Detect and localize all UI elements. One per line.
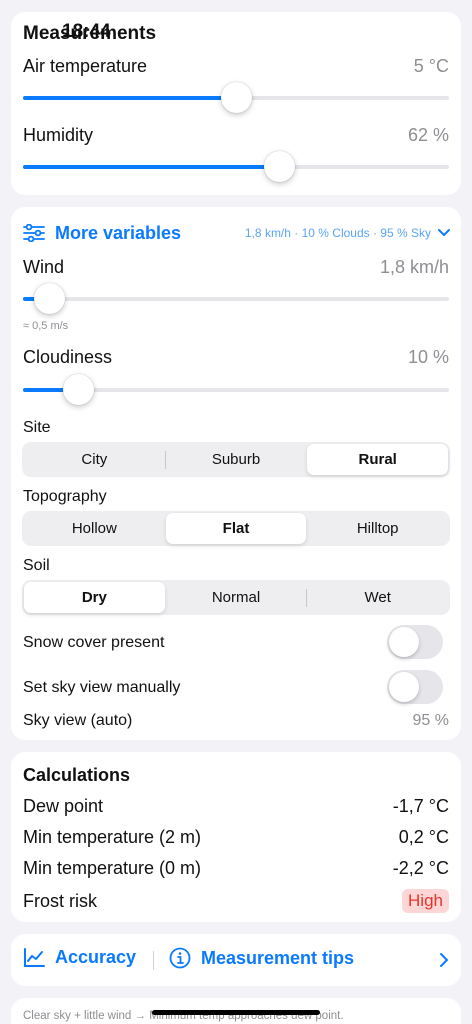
chart-line-icon <box>24 947 45 967</box>
toggle-knob <box>389 627 419 657</box>
dew-point-row: Dew point -1,7 °C <box>23 796 449 817</box>
sliders-icon <box>23 224 45 242</box>
sky-view-label: Sky view (auto) <box>23 712 133 729</box>
min-temp-2m-row: Min temperature (2 m) 0,2 °C <box>23 827 449 848</box>
status-time: 18:44 <box>62 21 111 42</box>
segment-flat[interactable]: Flat <box>165 513 307 544</box>
wind-row: Wind 1,8 km/h <box>23 257 449 278</box>
calculations-title: Calculations <box>23 765 131 785</box>
home-indicator[interactable] <box>152 1010 320 1015</box>
air-temperature-value: 5 °C <box>413 56 449 76</box>
segment-normal[interactable]: Normal <box>166 582 307 613</box>
wind-sub-value: ≈ 0,5 m/s <box>23 320 69 332</box>
air-temperature-row: Air temperature 5 °C <box>23 56 449 77</box>
links-divider <box>153 951 154 970</box>
links-card: Accuracy Measurement tips <box>11 934 461 986</box>
measurement-tips-link[interactable]: Measurement tips <box>169 947 354 969</box>
sky-manual-label: Set sky view manually <box>23 679 181 696</box>
slider-thumb[interactable] <box>63 374 95 405</box>
wind-slider[interactable] <box>23 283 449 314</box>
more-variables-title: More variables <box>55 222 182 243</box>
wind-value: 1,8 km/h <box>379 257 449 277</box>
slider-thumb[interactable] <box>33 283 65 314</box>
toggle-knob <box>389 672 419 702</box>
accuracy-label: Accuracy <box>55 947 137 967</box>
site-segmented-control: City Suburb Rural <box>22 442 450 477</box>
segment-suburb[interactable]: Suburb <box>166 444 307 475</box>
measurement-tips-label: Measurement tips <box>201 947 355 968</box>
info-circle-icon <box>169 947 191 969</box>
snow-cover-toggle[interactable] <box>387 625 443 659</box>
cloudiness-label: Cloudiness <box>23 347 113 367</box>
humidity-slider[interactable] <box>23 151 449 182</box>
slider-fill <box>23 96 236 100</box>
soil-segmented-control: Dry Normal Wet <box>22 580 450 615</box>
frost-risk-badge: High <box>402 889 449 913</box>
site-label: Site <box>23 419 51 436</box>
topography-segmented-control: Hollow Flat Hilltop <box>22 511 450 546</box>
more-variables-summary: 1,8 km/h · 10 % Clouds · 95 % Sky <box>244 226 431 240</box>
calculations-card: Calculations Dew point -1,7 °C Min tempe… <box>11 752 461 922</box>
humidity-value: 62 % <box>407 125 449 145</box>
slider-fill <box>23 165 279 169</box>
min-temp-0m-label: Min temperature (0 m) <box>23 858 202 878</box>
frost-risk-row: Frost risk High <box>23 889 449 913</box>
topography-label: Topography <box>23 488 107 505</box>
accuracy-link[interactable]: Accuracy <box>23 947 136 968</box>
chevron-right-icon[interactable] <box>439 952 449 968</box>
soil-label: Soil <box>23 557 50 574</box>
cloudiness-value: 10 % <box>407 347 449 367</box>
more-variables-card: More variables 1,8 km/h · 10 % Clouds · … <box>11 207 461 740</box>
humidity-row: Humidity 62 % <box>23 125 449 146</box>
min-temp-2m-value: 0,2 °C <box>398 827 449 847</box>
min-temp-0m-value: -2,2 °C <box>392 858 449 878</box>
humidity-label: Humidity <box>23 125 94 145</box>
air-temperature-slider[interactable] <box>23 82 449 113</box>
more-variables-header[interactable]: More variables 1,8 km/h · 10 % Clouds · … <box>23 221 451 245</box>
slider-thumb[interactable] <box>221 82 252 113</box>
cloudiness-row: Cloudiness 10 % <box>23 347 449 368</box>
segment-hollow[interactable]: Hollow <box>24 513 165 544</box>
segment-rural[interactable]: Rural <box>307 444 449 475</box>
cloudiness-slider[interactable] <box>23 374 449 405</box>
segment-dry[interactable]: Dry <box>24 582 165 613</box>
segment-wet[interactable]: Wet <box>307 582 448 613</box>
snow-cover-label: Snow cover present <box>23 634 165 651</box>
air-temperature-label: Air temperature <box>23 56 148 76</box>
sky-view-value: 95 % <box>412 712 449 729</box>
segment-hilltop[interactable]: Hilltop <box>307 513 448 544</box>
wind-label: Wind <box>23 257 65 277</box>
segment-city[interactable]: City <box>24 444 165 475</box>
chevron-down-icon <box>438 229 450 236</box>
dew-point-label: Dew point <box>23 796 104 816</box>
frost-risk-label: Frost risk <box>23 890 97 911</box>
slider-thumb[interactable] <box>263 151 295 182</box>
sky-manual-toggle[interactable] <box>387 670 443 704</box>
dew-point-value: -1,7 °C <box>392 796 449 816</box>
min-temp-2m-label: Min temperature (2 m) <box>23 827 202 847</box>
min-temp-0m-row: Min temperature (0 m) -2,2 °C <box>23 858 449 879</box>
sky-view-row: Sky view (auto) 95 % <box>23 712 449 730</box>
measurements-card: Measurements 18:44 Air temperature 5 °C … <box>11 12 461 195</box>
